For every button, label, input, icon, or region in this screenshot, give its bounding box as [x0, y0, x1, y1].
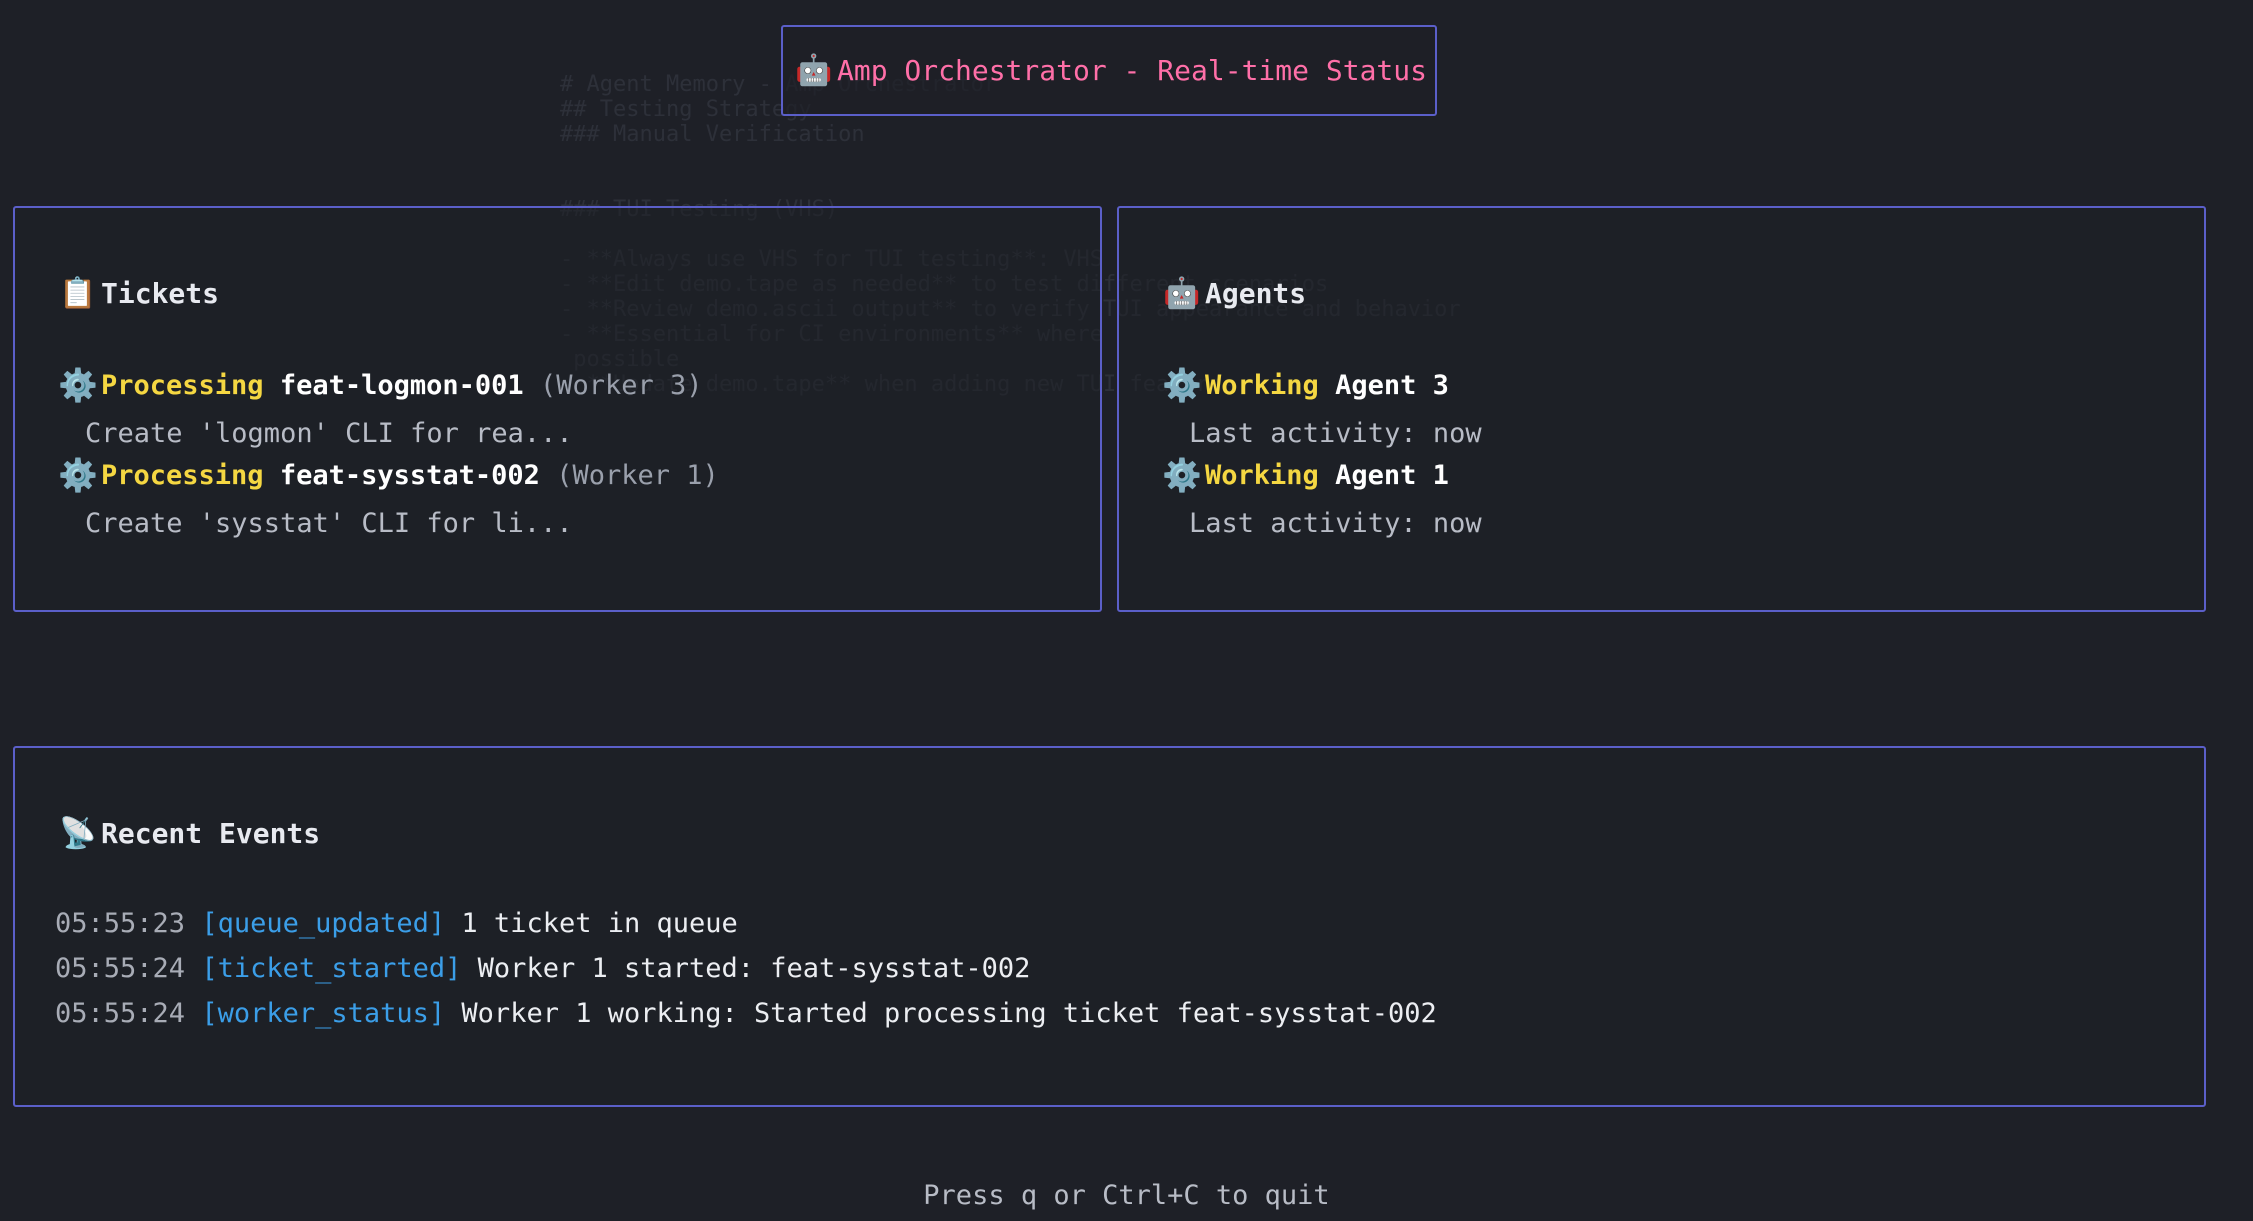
tickets-panel: 📋 Tickets ⚙️ Processing feat-logmon-001 (… — [13, 206, 1102, 612]
ticket-status: Processing — [101, 369, 264, 401]
agent-status: Working — [1205, 459, 1319, 491]
event-type: [ticket_started] — [201, 953, 462, 984]
ticket-id: feat-sysstat-002 — [279, 459, 540, 491]
event-time: 05:55:24 — [55, 953, 186, 984]
events-title: Recent Events — [101, 817, 321, 850]
ticket-description: Create 'sysstat' CLI for li... — [85, 508, 573, 539]
tickets-header: 📋 Tickets — [55, 276, 219, 311]
event-row: 05:55:24 [ticket_started] Worker 1 start… — [55, 953, 1030, 984]
agent-activity: Last activity: now — [1189, 508, 1482, 539]
gear-icon: ⚙️ — [1162, 366, 1202, 404]
satellite-antenna-icon: 📡 — [59, 816, 97, 851]
gear-icon: ⚙️ — [1162, 456, 1202, 494]
event-message: Worker 1 working: Started processing tic… — [461, 998, 1437, 1029]
event-message: Worker 1 started: feat-sysstat-002 — [477, 953, 1031, 984]
event-time: 05:55:23 — [55, 908, 186, 939]
tui-screen: # Agent Memory - Amp Orchestrator ## Tes… — [0, 0, 2253, 1221]
events-header: 📡 Recent Events — [55, 816, 320, 851]
agent-row[interactable]: ⚙️ Working Agent 3 — [1159, 366, 1449, 404]
event-type: [queue_updated] — [201, 908, 446, 939]
agents-header: 🤖 Agents — [1159, 276, 1306, 311]
agents-title: Agents — [1205, 277, 1307, 310]
ticket-worker: (Worker 3) — [539, 369, 703, 401]
agent-row[interactable]: ⚙️ Working Agent 1 — [1159, 456, 1449, 494]
ticket-row[interactable]: ⚙️ Processing feat-sysstat-002 (Worker 1) — [55, 456, 719, 494]
agent-status: Working — [1205, 369, 1319, 401]
agent-name: Agent 3 — [1335, 369, 1449, 401]
clipboard-icon: 📋 — [59, 276, 97, 311]
app-title: Amp Orchestrator - Real-time Status — [836, 54, 1427, 87]
event-row: 05:55:23 [queue_updated] 1 ticket in que… — [55, 908, 738, 939]
gear-icon: ⚙️ — [58, 366, 98, 404]
event-time: 05:55:24 — [55, 998, 186, 1029]
event-message: 1 ticket in queue — [461, 908, 738, 939]
quit-hint: Press q or Ctrl+C to quit — [923, 1180, 1330, 1211]
ticket-id: feat-logmon-001 — [279, 369, 524, 401]
ticket-status: Processing — [101, 459, 264, 491]
robot-icon: 🤖 — [1163, 276, 1201, 311]
ticket-row[interactable]: ⚙️ Processing feat-logmon-001 (Worker 3) — [55, 366, 703, 404]
title-panel: 🤖 Amp Orchestrator - Real-time Status — [781, 25, 1437, 116]
tickets-title: Tickets — [101, 277, 220, 310]
ticket-worker: (Worker 1) — [556, 459, 719, 491]
robot-icon: 🤖 — [795, 53, 833, 88]
agent-name: Agent 1 — [1335, 459, 1449, 491]
agents-panel: 🤖 Agents ⚙️ Working Agent 3 Last activity… — [1117, 206, 2206, 612]
ticket-description: Create 'logmon' CLI for rea... — [85, 418, 573, 449]
event-row: 05:55:24 [worker_status] Worker 1 workin… — [55, 998, 1437, 1029]
gear-icon: ⚙️ — [58, 456, 98, 494]
agent-activity: Last activity: now — [1189, 418, 1482, 449]
event-type: [worker_status] — [201, 998, 446, 1029]
events-panel: 📡 Recent Events 05:55:23 [queue_updated]… — [13, 746, 2206, 1107]
